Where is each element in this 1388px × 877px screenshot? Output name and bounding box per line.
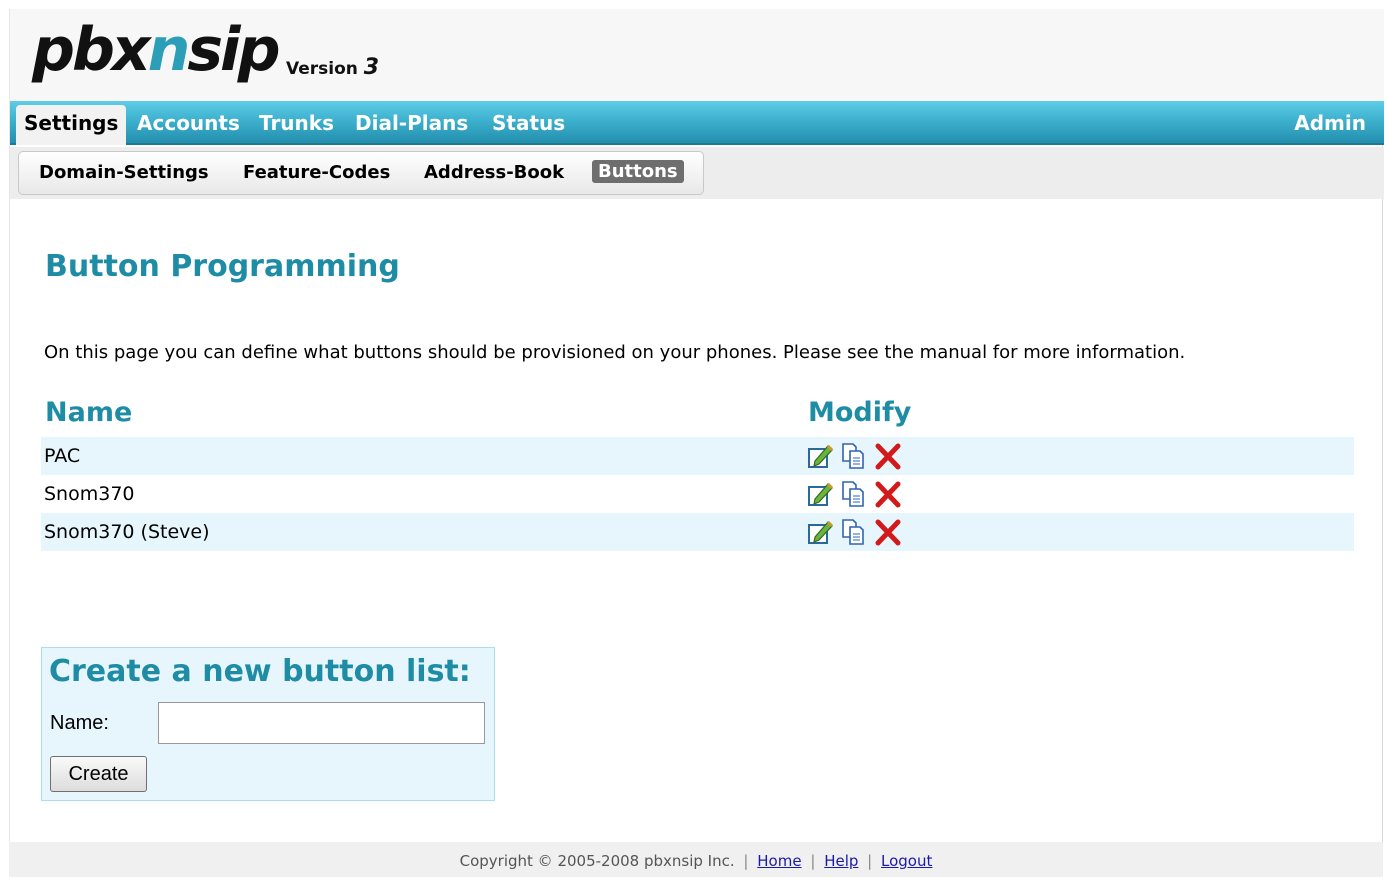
footer-separator: | bbox=[743, 852, 749, 870]
name-label: Name: bbox=[50, 712, 109, 734]
footer-link-help[interactable]: Help bbox=[824, 852, 858, 870]
subtab-domain-settings[interactable]: Domain-Settings bbox=[39, 162, 209, 183]
table-row: PAC bbox=[41, 437, 1354, 475]
subtab-feature-codes[interactable]: Feature-Codes bbox=[243, 162, 390, 183]
edit-icon[interactable] bbox=[806, 517, 834, 547]
tab-settings[interactable]: Settings bbox=[16, 105, 127, 145]
delete-icon[interactable] bbox=[874, 479, 902, 509]
delete-icon[interactable] bbox=[874, 441, 902, 471]
sub-nav-bar: Domain-Settings Feature-Codes Address-Bo… bbox=[10, 147, 1384, 199]
delete-icon[interactable] bbox=[874, 517, 902, 547]
row-name: Snom370 bbox=[44, 483, 135, 505]
column-header-name: Name bbox=[45, 397, 133, 428]
table-row: Snom370 bbox=[41, 475, 1354, 513]
footer-text: Copyright © 2005-2008 pbxnsip Inc. | Hom… bbox=[9, 852, 1383, 870]
tab-dial-plans[interactable]: Dial-Plans bbox=[355, 111, 468, 135]
copy-icon[interactable] bbox=[840, 441, 868, 471]
tab-status[interactable]: Status bbox=[492, 111, 565, 135]
footer: Copyright © 2005-2008 pbxnsip Inc. | Hom… bbox=[9, 842, 1383, 877]
version-label: Version 3 bbox=[286, 55, 380, 80]
edit-icon[interactable] bbox=[806, 479, 834, 509]
name-input[interactable] bbox=[158, 702, 485, 744]
subtab-address-book[interactable]: Address-Book bbox=[424, 162, 564, 183]
subtab-buttons[interactable]: Buttons bbox=[592, 160, 684, 183]
row-name: Snom370 (Steve) bbox=[44, 521, 210, 543]
copy-icon[interactable] bbox=[840, 517, 868, 547]
tab-accounts[interactable]: Accounts bbox=[137, 111, 240, 135]
sub-nav: Domain-Settings Feature-Codes Address-Bo… bbox=[18, 151, 704, 195]
intro-text: On this page you can define what buttons… bbox=[44, 342, 1186, 363]
main-nav: Settings Accounts Trunks Dial-Plans Stat… bbox=[10, 101, 1384, 145]
pbxnsip-logo: pbxnsip bbox=[32, 15, 281, 85]
footer-link-logout[interactable]: Logout bbox=[881, 852, 932, 870]
page-frame: pbxnsip Version 3 Settings Accounts Trun… bbox=[9, 9, 1384, 842]
edit-icon[interactable] bbox=[806, 441, 834, 471]
admin-link[interactable]: Admin bbox=[1294, 111, 1366, 135]
footer-link-home[interactable]: Home bbox=[757, 852, 801, 870]
footer-separator: | bbox=[867, 852, 873, 870]
create-button-list-form: Create a new button list: Name: Create bbox=[41, 647, 495, 801]
copy-icon[interactable] bbox=[840, 479, 868, 509]
tab-trunks[interactable]: Trunks bbox=[259, 111, 334, 135]
header: pbxnsip Version 3 bbox=[10, 9, 1384, 101]
create-button[interactable]: Create bbox=[50, 756, 147, 792]
footer-separator: | bbox=[810, 852, 816, 870]
page-title: Button Programming bbox=[45, 249, 400, 284]
copyright-text: Copyright © 2005-2008 pbxnsip Inc. bbox=[459, 852, 735, 870]
create-form-title: Create a new button list: bbox=[49, 654, 471, 689]
column-header-modify: Modify bbox=[808, 397, 912, 428]
row-name: PAC bbox=[44, 445, 81, 467]
table-row: Snom370 (Steve) bbox=[41, 513, 1354, 551]
